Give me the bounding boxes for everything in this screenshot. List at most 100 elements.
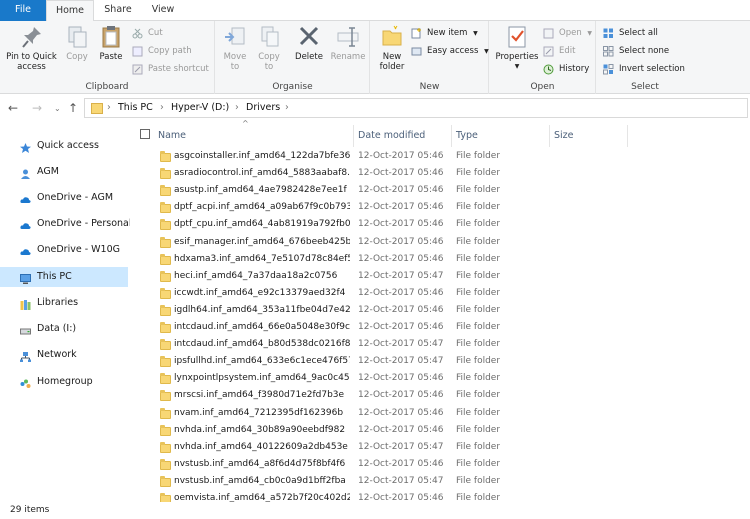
nav-item-data-drive[interactable]: Data (I:) xyxy=(0,319,128,339)
column-divider[interactable] xyxy=(627,125,628,147)
copy-to-label-line1: Copy xyxy=(258,52,280,62)
new-group: New folder New item ▼ Easy access ▼ New xyxy=(371,21,489,94)
nav-label: OneDrive - Personal xyxy=(37,218,132,229)
table-row[interactable]: nvstusb.inf_amd64_cb0c0a9d1bff2fba 12-Oct… xyxy=(130,474,750,491)
select-all-label: Select all xyxy=(619,28,658,38)
file-date-modified: 12-Oct-2017 05:46 xyxy=(358,236,444,247)
tab-home[interactable]: Home xyxy=(46,0,94,22)
file-type: File folder xyxy=(456,475,501,486)
nav-item-onedrive-personal[interactable]: OneDrive - Personal xyxy=(0,214,132,234)
file-type: File folder xyxy=(456,356,501,367)
delete-button[interactable]: Delete xyxy=(292,24,326,62)
folder-icon xyxy=(160,185,171,197)
table-row[interactable]: intcdaud.inf_amd64_b80d538dc0216f86 12-Oc… xyxy=(130,337,750,354)
breadcrumb-separator-icon: › xyxy=(235,102,239,113)
paste-button[interactable]: Paste xyxy=(95,24,127,62)
nav-item-quick-access[interactable]: Quick access xyxy=(0,136,128,156)
table-row[interactable]: nvam.inf_amd64_7212395df162396b 12-Oct-20… xyxy=(130,406,750,423)
copy-button[interactable]: Copy xyxy=(62,24,92,62)
copy-to-button[interactable]: Copy to xyxy=(254,24,284,72)
breadcrumb-drivers[interactable]: Drivers xyxy=(246,102,280,113)
table-row[interactable]: nvhda.inf_amd64_40122609a2db453e 12-Oct-2… xyxy=(130,440,750,457)
table-row[interactable]: iccwdt.inf_amd64_e92c13379aed32f4 12-Oct-… xyxy=(130,286,750,303)
column-divider[interactable] xyxy=(353,125,354,147)
nav-item-libraries[interactable]: Libraries xyxy=(0,293,128,313)
up-arrow-icon[interactable]: ↑ xyxy=(68,101,78,115)
file-type: File folder xyxy=(456,407,501,418)
copy-path-button[interactable]: Copy path xyxy=(132,43,192,59)
new-item-button[interactable]: New item ▼ xyxy=(411,25,478,41)
column-header-type[interactable]: Type xyxy=(456,125,478,147)
folder-icon xyxy=(160,253,171,265)
forward-arrow-icon[interactable]: → xyxy=(32,101,42,115)
tab-view[interactable]: View xyxy=(141,0,185,21)
file-name: heci.inf_amd64_7a37daa18a2c0756 xyxy=(174,270,338,281)
folder-icon xyxy=(160,475,171,487)
tab-file[interactable]: File xyxy=(0,0,46,21)
nav-item-agm[interactable]: AGM xyxy=(0,162,128,182)
address-bar[interactable]: › This PC › Hyper-V (D:) › Drivers › xyxy=(84,98,748,118)
table-row[interactable]: asgcoinstaller.inf_amd64_122da7bfe36... 1… xyxy=(130,149,750,166)
table-row[interactable]: hdxama3.inf_amd64_7e5107d78c84ef59 12-Oct… xyxy=(130,252,750,269)
cut-button[interactable]: Cut xyxy=(132,25,163,41)
copy-to-label-line2: to xyxy=(264,62,274,72)
tab-share[interactable]: Share xyxy=(96,0,140,21)
easy-access-button[interactable]: Easy access ▼ xyxy=(411,43,489,59)
nav-item-onedrive-w10g[interactable]: OneDrive - W10G xyxy=(0,240,128,260)
file-type: File folder xyxy=(456,270,501,281)
table-row[interactable]: ipsfullhd.inf_amd64_633e6c1ece476f57 12-O… xyxy=(130,354,750,371)
table-row[interactable]: esif_manager.inf_amd64_676beeb425b... 12-… xyxy=(130,235,750,252)
column-header-date-modified[interactable]: Date modified xyxy=(358,125,425,147)
move-to-button[interactable]: Move to xyxy=(220,24,250,72)
nav-item-onedrive-agm[interactable]: OneDrive - AGM xyxy=(0,188,128,208)
delete-label: Delete xyxy=(295,52,323,62)
nav-label: Libraries xyxy=(37,297,79,308)
nav-label: OneDrive - AGM xyxy=(37,192,114,203)
folder-icon xyxy=(160,202,171,214)
back-arrow-icon[interactable]: ← xyxy=(8,101,18,115)
new-folder-button[interactable]: New folder xyxy=(375,24,409,72)
clipboard-group: Pin to Quick access Copy Paste Cut Copy … xyxy=(0,21,215,94)
copy-to-icon xyxy=(257,24,281,50)
table-row[interactable]: igdlh64.inf_amd64_353a11fbe04d7e42 12-Oct… xyxy=(130,303,750,320)
breadcrumb-hyper-v[interactable]: Hyper-V (D:) xyxy=(171,102,229,113)
pin-icon xyxy=(20,24,44,50)
table-row[interactable]: nvhda.inf_amd64_30b89a90eebdf982 12-Oct-2… xyxy=(130,423,750,440)
file-type: File folder xyxy=(456,390,501,401)
select-none-button[interactable]: Select none xyxy=(603,43,669,59)
nav-item-network[interactable]: Network xyxy=(0,345,128,365)
open-icon xyxy=(543,28,554,39)
table-row[interactable]: dptf_cpu.inf_amd64_4ab81919a792fb0c 12-Oc… xyxy=(130,217,750,234)
column-divider[interactable] xyxy=(451,125,452,147)
file-name: mrscsi.inf_amd64_f3980d71e2fd7b3e xyxy=(174,390,345,401)
recent-locations-chevron-icon[interactable]: ⌄ xyxy=(54,104,61,113)
table-row[interactable]: intcdaud.inf_amd64_66e0a5048e30f9c5 12-Oc… xyxy=(130,320,750,337)
select-all-button[interactable]: Select all xyxy=(603,25,658,41)
nav-item-homegroup[interactable]: Homegroup xyxy=(0,372,128,392)
column-divider[interactable] xyxy=(549,125,550,147)
file-name: esif_manager.inf_amd64_676beeb425b... xyxy=(174,236,350,247)
nav-item-this-pc[interactable]: This PC xyxy=(0,267,128,287)
table-row[interactable]: nvstusb.inf_amd64_a8f6d4d75f8bf4f6 12-Oct… xyxy=(130,457,750,474)
select-all-checkbox[interactable] xyxy=(140,129,150,139)
table-row[interactable]: lynxpointlpsystem.inf_amd64_9ac0c45... 12… xyxy=(130,371,750,388)
properties-button[interactable]: Properties ▼ xyxy=(493,24,541,72)
open-button[interactable]: Open ▼ xyxy=(543,25,592,41)
table-row[interactable]: mrscsi.inf_amd64_f3980d71e2fd7b3e 12-Oct-… xyxy=(130,388,750,405)
paste-shortcut-button[interactable]: Paste shortcut xyxy=(132,61,209,77)
invert-selection-button[interactable]: Invert selection xyxy=(603,61,685,77)
move-to-label-line1: Move xyxy=(223,52,247,62)
breadcrumb-this-pc[interactable]: This PC xyxy=(118,102,153,113)
table-row[interactable]: dptf_acpi.inf_amd64_a09ab67f9c0b7934 12-O… xyxy=(130,200,750,217)
table-row[interactable]: asustp.inf_amd64_4ae7982428e7ee1f 12-Oct-… xyxy=(130,183,750,200)
edit-button[interactable]: Edit xyxy=(543,43,575,59)
pin-to-quick-access-button[interactable]: Pin to Quick access xyxy=(4,24,59,72)
address-row: ← → ⌄ ↑ › This PC › Hyper-V (D:) › Drive… xyxy=(0,94,750,122)
column-header-name[interactable]: Name xyxy=(158,125,186,147)
rename-button[interactable]: Rename xyxy=(329,24,367,62)
history-button[interactable]: History xyxy=(543,61,589,77)
file-type: File folder xyxy=(456,458,501,469)
table-row[interactable]: asradiocontrol.inf_amd64_5883aabaf8... 12… xyxy=(130,166,750,183)
table-row[interactable]: heci.inf_amd64_7a37daa18a2c0756 12-Oct-20… xyxy=(130,269,750,286)
column-header-size[interactable]: Size xyxy=(554,125,574,147)
